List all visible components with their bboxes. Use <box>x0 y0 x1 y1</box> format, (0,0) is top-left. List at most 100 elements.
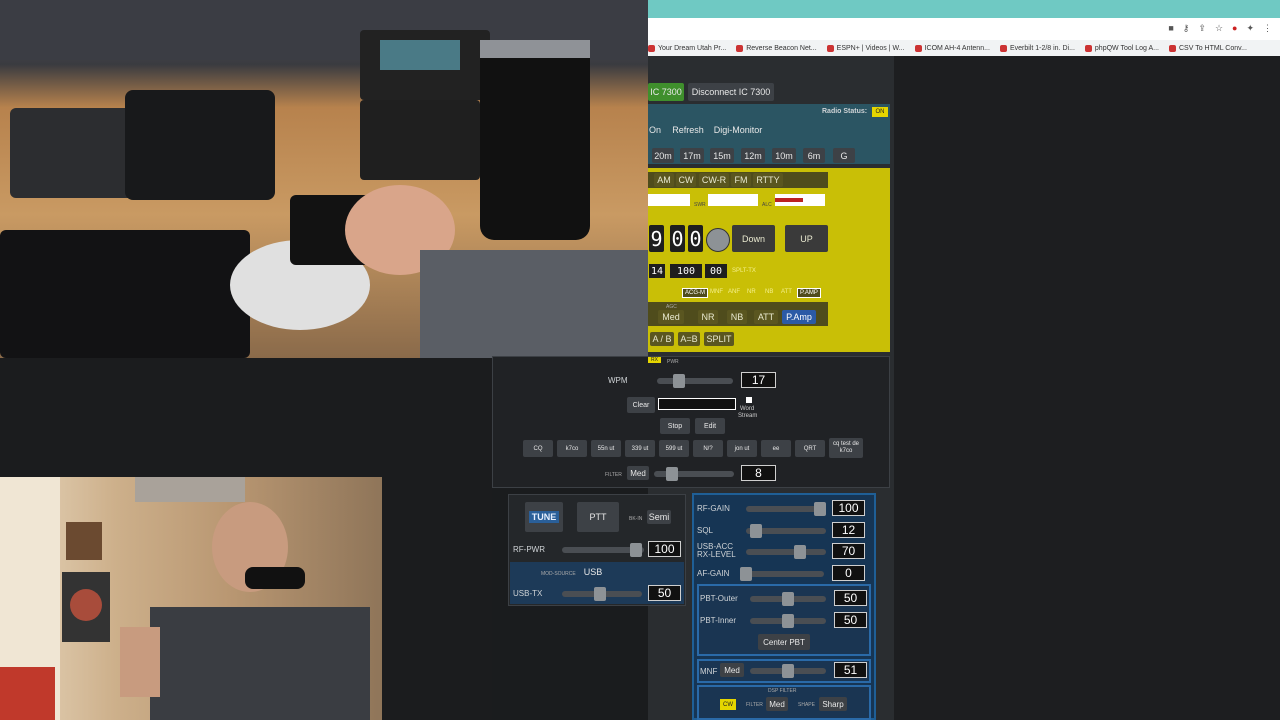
macro-button[interactable]: 339 ut <box>625 440 655 457</box>
slider-thumb[interactable] <box>740 567 752 581</box>
mnf-select[interactable]: Med <box>720 663 744 677</box>
bookmark[interactable]: ESPN+ | Videos | W... <box>826 44 905 52</box>
disconnect-button[interactable]: Disconnect IC 7300 <box>688 83 774 101</box>
pamp-button[interactable]: P.Amp <box>782 310 816 324</box>
rfpwr-value[interactable]: 100 <box>648 541 681 557</box>
pbt-outer-slider[interactable] <box>750 592 826 606</box>
key-icon[interactable]: ⚷ <box>1183 23 1190 34</box>
vfo-aeqb-button[interactable]: A=B <box>678 332 700 346</box>
extension-icon[interactable]: ✦ <box>1246 23 1254 34</box>
freq-down-button[interactable]: Down <box>732 225 775 252</box>
dsp-mode-badge[interactable]: CW <box>720 699 736 710</box>
freq-digit[interactable]: 9 <box>649 225 664 252</box>
clear-button[interactable]: Clear <box>627 397 655 413</box>
shape-select[interactable]: Sharp <box>819 697 847 711</box>
slider-thumb[interactable] <box>750 524 762 538</box>
share-icon[interactable]: ⇪ <box>1198 23 1206 34</box>
usbacc-value[interactable]: 70 <box>832 543 865 559</box>
center-pbt-button[interactable]: Center PBT <box>758 634 810 650</box>
sub-freq-digit[interactable]: 00 <box>705 264 727 278</box>
slider-thumb[interactable] <box>782 592 794 606</box>
pbt-outer-value[interactable]: 50 <box>834 590 867 606</box>
bookmark[interactable]: Your Dream Utah Pr... <box>648 44 726 52</box>
slider-thumb[interactable] <box>673 374 685 388</box>
mode-cw-button[interactable]: CW <box>676 173 696 187</box>
band-20m-button[interactable]: 20m <box>652 148 674 163</box>
refresh-button[interactable]: Refresh <box>670 122 706 138</box>
connect-button[interactable]: IC 7300 <box>648 83 684 101</box>
macro-button[interactable]: ee <box>761 440 791 457</box>
word-stream-checkbox[interactable] <box>746 397 752 403</box>
nr-button[interactable]: NR <box>698 310 718 324</box>
filter-slider[interactable] <box>654 467 734 481</box>
slider-thumb[interactable] <box>630 543 642 557</box>
edit-button[interactable]: Edit <box>695 418 725 434</box>
sub-freq-digit[interactable]: 100 <box>670 264 702 278</box>
att-button[interactable]: ATT <box>754 310 778 324</box>
mode-rtty-button[interactable]: RTTY <box>753 173 783 187</box>
mnf-slider[interactable] <box>750 664 826 678</box>
afgain-value[interactable]: 0 <box>832 565 865 581</box>
slider-thumb[interactable] <box>782 614 794 628</box>
band-10m-button[interactable]: 10m <box>772 148 796 163</box>
rfpwr-slider[interactable] <box>562 543 644 557</box>
mnf-value[interactable]: 51 <box>834 662 867 678</box>
wpm-value[interactable]: 17 <box>741 372 776 388</box>
band-12m-button[interactable]: 12m <box>741 148 765 163</box>
pbt-inner-slider[interactable] <box>750 614 826 628</box>
bookmark[interactable]: Everbilt 1-2/8 in. Di... <box>999 44 1075 52</box>
vfo-ab-button[interactable]: A / B <box>650 332 674 346</box>
macro-button[interactable]: QRT <box>795 440 825 457</box>
filter-select[interactable]: Med <box>627 466 649 480</box>
nb-button[interactable]: NB <box>727 310 747 324</box>
tune-button[interactable]: TUNE <box>525 502 563 532</box>
band-15m-button[interactable]: 15m <box>710 148 734 163</box>
freq-up-button[interactable]: UP <box>785 225 828 252</box>
menu-icon[interactable]: ⋮ <box>1263 23 1272 34</box>
bookmark[interactable]: Reverse Beacon Net... <box>736 44 817 52</box>
digi-monitor-button[interactable]: Digi-Monitor <box>711 122 765 138</box>
cw-text-input[interactable] <box>658 398 736 410</box>
macro-button[interactable]: N/? <box>693 440 723 457</box>
mod-source-select[interactable]: USB <box>581 565 605 579</box>
dsp-filter-select[interactable]: Med <box>766 697 788 711</box>
usbtx-value[interactable]: 50 <box>648 585 681 601</box>
wpm-slider[interactable] <box>657 374 733 388</box>
macro-button[interactable]: CQ <box>523 440 553 457</box>
band-6m-button[interactable]: 6m <box>803 148 825 163</box>
mode-cwr-button[interactable]: CW-R <box>699 173 729 187</box>
pbt-inner-value[interactable]: 50 <box>834 612 867 628</box>
macro-button[interactable]: 55n ut <box>591 440 621 457</box>
rfgain-value[interactable]: 100 <box>832 500 865 516</box>
usbacc-slider[interactable] <box>746 545 826 559</box>
sub-freq-digit[interactable]: 14 <box>649 264 665 278</box>
slider-thumb[interactable] <box>794 545 806 559</box>
bookmark[interactable]: phpQW Tool Log A... <box>1084 44 1159 52</box>
bookmark[interactable]: ICOM AH-4 Antenn... <box>914 44 990 52</box>
camera-icon[interactable]: ■ <box>1168 23 1173 34</box>
filter-value[interactable]: 8 <box>741 465 776 481</box>
star-icon[interactable]: ☆ <box>1215 23 1223 34</box>
slider-thumb[interactable] <box>594 587 606 601</box>
sql-value[interactable]: 12 <box>832 522 865 538</box>
slider-thumb[interactable] <box>666 467 678 481</box>
ptt-button[interactable]: PTT <box>577 502 619 532</box>
tuning-knob-icon[interactable] <box>706 228 730 252</box>
usbtx-slider[interactable] <box>562 587 642 601</box>
power-on-button[interactable]: On <box>648 122 662 138</box>
bkin-select[interactable]: Semi <box>647 510 671 524</box>
mode-am-button[interactable]: AM <box>654 173 674 187</box>
macro-button[interactable]: jon ut <box>727 440 757 457</box>
band-17m-button[interactable]: 17m <box>680 148 704 163</box>
band-general-button[interactable]: G <box>833 148 855 163</box>
address-bar[interactable]: ■ ⚷ ⇪ ☆ ● ✦ ⋮ <box>648 18 1280 40</box>
agc-select[interactable]: Med <box>658 310 684 324</box>
stop-button[interactable]: Stop <box>660 418 690 434</box>
freq-digit[interactable]: 0 <box>688 225 703 252</box>
bookmark[interactable]: CSV To HTML Conv... <box>1168 44 1247 52</box>
afgain-slider[interactable] <box>740 567 824 581</box>
macro-button[interactable]: 599 ut <box>659 440 689 457</box>
rfgain-slider[interactable] <box>746 502 826 516</box>
sql-slider[interactable] <box>746 524 826 538</box>
freq-digit[interactable]: 0 <box>670 225 685 252</box>
